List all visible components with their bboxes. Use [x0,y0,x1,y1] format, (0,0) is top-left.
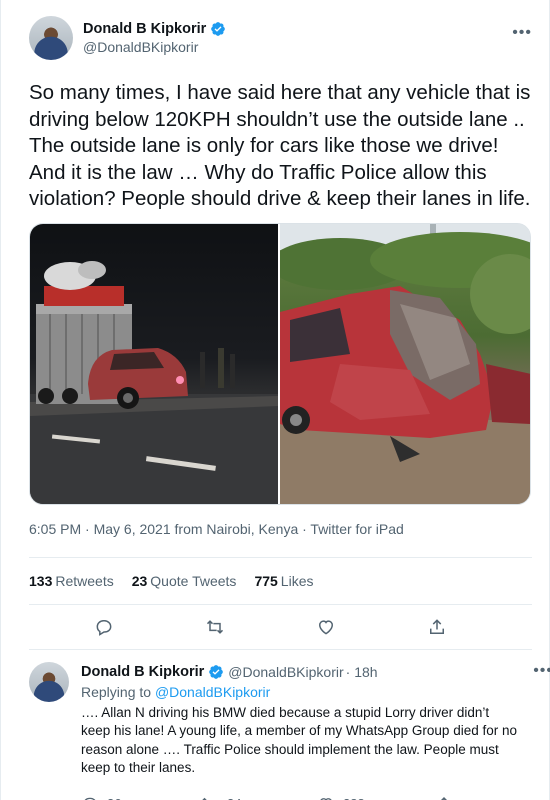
replying-label: Replying to [81,683,152,700]
main-tweet: Donald B Kipkorir @DonaldBKipkorir ••• S… [1,0,549,541]
reply-text: …. Allan N driving his BMW died because … [81,704,517,776]
verified-badge-icon [209,664,224,679]
author-handle[interactable]: @DonaldBKipkorir [83,39,226,55]
reply-tweet[interactable]: Donald B Kipkorir @DonaldBKipkorir · 18h… [1,650,550,800]
photo-night-road[interactable] [30,223,278,504]
quote-tweets-stat[interactable]: 23 Quote Tweets [132,573,237,589]
tweet-actions [29,605,532,649]
author-display-name[interactable]: Donald B Kipkorir [83,21,206,37]
wrecked-car-illustration [280,223,530,504]
retweet-button[interactable]: 34 [199,795,317,800]
likes-label: Likes [280,572,314,589]
retweet-icon[interactable] [204,616,226,638]
more-horizontal-icon[interactable]: ••• [533,662,550,680]
retweets-stat[interactable]: 133 Retweets [29,573,114,589]
tweet-meta[interactable]: 6:05 PM · May 6, 2021 from Nairobi, Keny… [29,521,532,541]
share-icon[interactable] [426,616,448,638]
reply-icon[interactable] [93,616,115,638]
likes-stat[interactable]: 775 Likes [254,573,313,589]
retweets-label: Retweets [55,572,114,589]
author-handle[interactable]: @DonaldBKipkorir [228,664,343,680]
engagement-stats: 133 Retweets 23 Quote Tweets 775 Likes [29,558,532,604]
reply-header: Donald B Kipkorir @DonaldBKipkorir · 18h… [81,662,550,682]
quote-tweets-label: Quote Tweets [150,572,237,589]
tweet-thread: Donald B Kipkorir @DonaldBKipkorir ••• S… [0,0,550,800]
tweet-media[interactable] [29,222,531,505]
tweet-header: Donald B Kipkorir @DonaldBKipkorir ••• [29,14,532,62]
quote-tweets-count: 23 [131,572,148,589]
name-row: Donald B Kipkorir [83,21,226,37]
like-button[interactable]: 288 [317,795,435,800]
reply-button[interactable]: 36 [81,795,199,800]
reply-icon [84,797,96,800]
like-count: 288 [343,796,365,800]
replying-to-link[interactable]: @DonaldBKipkorir [155,684,270,700]
retweets-count: 133 [29,572,53,589]
retweet-icon [201,797,215,800]
verified-badge-icon [211,22,226,36]
reply-timestamp[interactable]: · 18h [346,664,378,680]
reply-body: Donald B Kipkorir @DonaldBKipkorir · 18h… [81,662,550,800]
author-info: Donald B Kipkorir @DonaldBKipkorir [83,21,226,55]
share-icon [440,796,448,800]
stats-container: 133 Retweets 23 Quote Tweets 775 Likes [1,556,549,650]
more-horizontal-icon[interactable]: ••• [512,24,532,42]
retweet-count: 34 [227,796,241,800]
avatar[interactable] [29,16,73,60]
likes-count: 775 [254,572,278,589]
photo-wrecked-car[interactable] [280,223,530,504]
heart-icon [320,797,332,800]
avatar[interactable] [29,661,69,702]
author-display-name[interactable]: Donald B Kipkorir [81,664,204,680]
reply-actions: 36 34 288 [81,792,550,800]
tweet-text: So many times, I have said here that any… [29,81,531,210]
reply-count: 36 [107,796,121,800]
heart-icon[interactable] [315,616,337,638]
night-road-illustration [30,260,278,504]
share-button[interactable] [435,795,550,800]
replying-to: Replying to @DonaldBKipkorir [81,684,550,700]
